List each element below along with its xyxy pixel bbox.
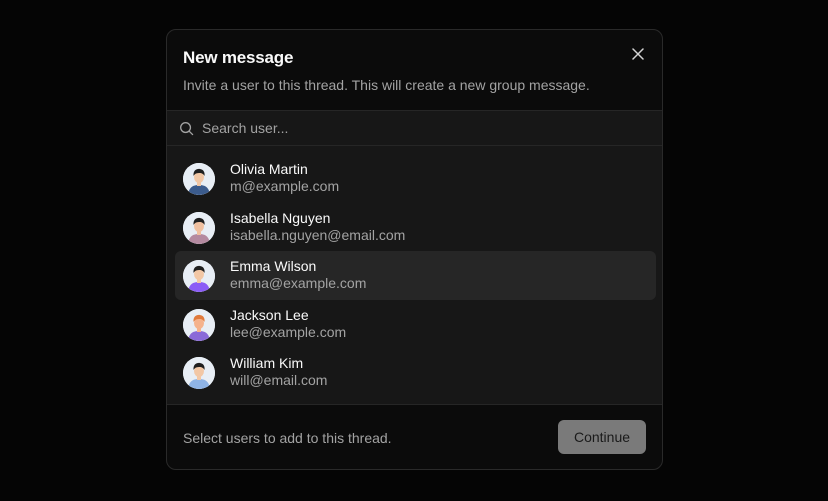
continue-button[interactable]: Continue (558, 420, 646, 454)
user-name: Olivia Martin (230, 161, 308, 177)
avatar (183, 357, 215, 389)
user-list-item[interactable]: William Kim will@email.com (175, 348, 656, 397)
user-email: emma@example.com (230, 275, 367, 291)
user-name: Jackson Lee (230, 306, 309, 323)
user-email: will@email.com (230, 372, 328, 388)
search-input[interactable] (202, 117, 642, 139)
user-name: William Kim (230, 355, 304, 371)
search-icon (180, 122, 194, 136)
footer-hint: Select users to add to this thread. (183, 430, 392, 446)
user-list-item[interactable]: Olivia Martin m@example.com (175, 154, 656, 203)
avatar (183, 308, 215, 341)
search-bar (167, 111, 662, 146)
dialog-subtitle: Invite a user to this thread. This will … (183, 77, 590, 93)
user-name: Isabella Nguyen (230, 209, 331, 226)
avatar (183, 211, 215, 244)
user-email: isabella.nguyen@email.com (230, 226, 406, 243)
user-list: Olivia Martin m@example.com Isabella Nguye… (175, 154, 656, 397)
close-icon (632, 48, 644, 60)
user-email: m@example.com (230, 178, 340, 194)
user-command-panel: Olivia Martinm@example.comIsabella Nguye… (167, 110, 662, 405)
avatar (183, 163, 215, 195)
user-list-item[interactable]: Isabella Nguyen isabella.nguyen@email.com (175, 203, 656, 252)
dialog-title: New message (183, 48, 294, 67)
avatar (183, 260, 215, 292)
user-list-item[interactable]: Jackson Lee lee@example.com (175, 300, 656, 349)
dialog-header: New message Invite a user to this thread… (167, 30, 662, 110)
user-name: Emma Wilson (230, 258, 317, 274)
user-email: lee@example.com (230, 323, 347, 340)
user-list-item[interactable]: Emma Wilson emma@example.com (175, 251, 656, 300)
dialog-footer: Select users to add to this thread. Cont… (167, 405, 662, 469)
close-button[interactable] (628, 44, 648, 64)
new-message-dialog: New message Invite a user to this thread… (166, 29, 663, 470)
